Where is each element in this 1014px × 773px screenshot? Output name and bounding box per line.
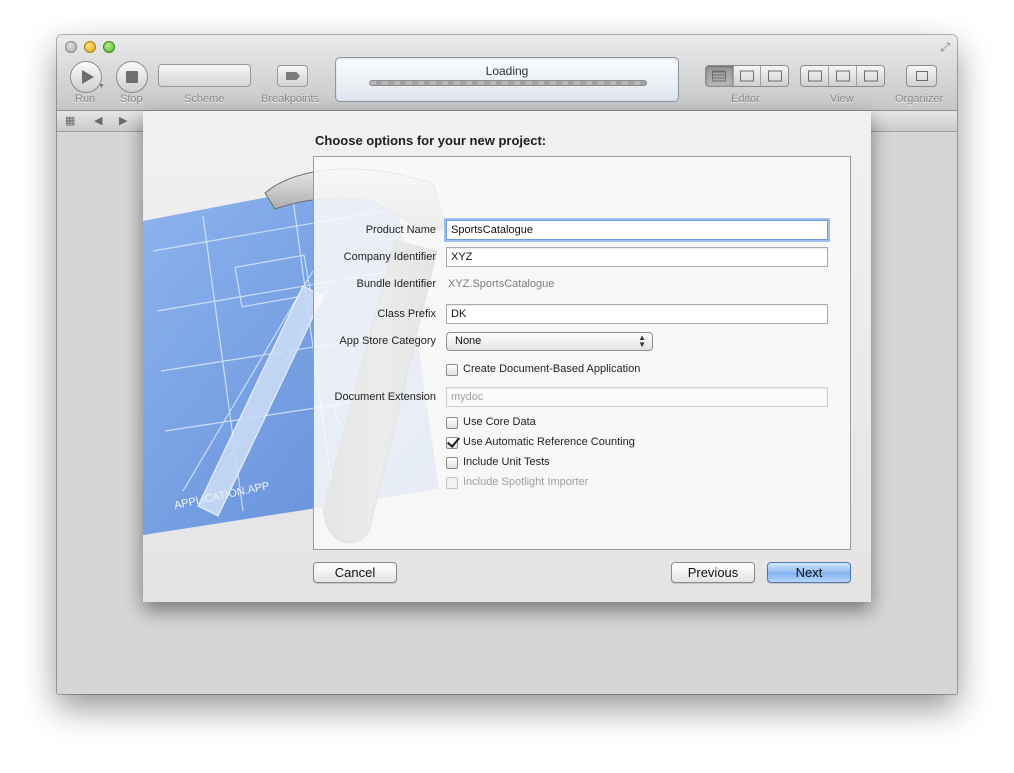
document-extension-label: Document Extension <box>334 391 437 403</box>
app-store-category-label: App Store Category <box>339 335 436 347</box>
navigator-toggle-button[interactable] <box>801 66 829 86</box>
forward-icon[interactable]: ▶ <box>119 114 127 127</box>
run-options-caret-icon[interactable]: ▼ <box>98 83 105 90</box>
app-store-category-popup[interactable]: None ▲ ▼ <box>446 332 653 351</box>
utilities-toggle-button[interactable] <box>857 66 884 86</box>
stop-button[interactable] <box>116 61 148 93</box>
next-button[interactable]: Next <box>767 562 851 583</box>
app-store-category-value: None <box>455 335 482 347</box>
stop-label: Stop <box>120 93 143 105</box>
activity-status-text: Loading <box>485 64 529 78</box>
back-icon[interactable]: ◀ <box>94 114 102 127</box>
document-based-label: Create Document-Based Application <box>463 363 641 375</box>
play-icon <box>82 70 94 84</box>
close-window-button[interactable] <box>65 41 77 53</box>
class-prefix-field[interactable]: DK <box>446 304 828 324</box>
activity-progress-bar <box>369 80 647 86</box>
activity-viewer: Loading <box>335 57 679 102</box>
standard-editor-button[interactable] <box>706 66 734 86</box>
editor-segmented-control <box>705 65 789 87</box>
product-name-label: Product Name <box>365 224 436 236</box>
breakpoint-icon <box>286 72 300 80</box>
arc-label: Use Automatic Reference Counting <box>463 436 635 448</box>
assistant-editor-button[interactable] <box>734 66 762 86</box>
document-based-checkbox[interactable] <box>446 364 458 376</box>
fullscreen-icon[interactable]: ⤢ <box>940 40 950 55</box>
toolbar: ⤢ ▼ Run Stop Scheme Breakpoints Loading … <box>57 35 957 111</box>
bundle-identifier-value: XYZ.SportsCatalogue <box>448 278 555 290</box>
sheet-title: Choose options for your new project: <box>315 133 547 148</box>
breakpoints-label: Breakpoints <box>261 93 320 105</box>
scheme-selector[interactable] <box>158 64 251 87</box>
new-project-options-sheet: APPLICATION.APP Choose options for your … <box>143 111 871 602</box>
cancel-button[interactable]: Cancel <box>313 562 397 583</box>
arc-checkbox[interactable] <box>446 437 458 449</box>
version-editor-button[interactable] <box>761 66 788 86</box>
organizer-button[interactable] <box>906 65 937 87</box>
stop-icon <box>126 71 138 83</box>
company-identifier-field[interactable]: XYZ <box>446 247 828 267</box>
unit-tests-label: Include Unit Tests <box>463 456 550 468</box>
core-data-label: Use Core Data <box>463 416 536 428</box>
minimize-window-button[interactable] <box>84 41 96 53</box>
view-label: View <box>830 93 854 105</box>
organizer-label: Organizer <box>895 93 944 105</box>
view-segmented-control <box>800 65 885 87</box>
scheme-label: Scheme <box>184 93 225 105</box>
class-prefix-label: Class Prefix <box>377 308 436 320</box>
assistant-editor-icon <box>740 70 754 82</box>
related-items-icon[interactable]: ▦ <box>65 114 75 127</box>
navigator-pane-icon <box>807 70 822 82</box>
unit-tests-checkbox[interactable] <box>446 457 458 469</box>
utilities-pane-icon <box>863 70 878 82</box>
debug-pane-icon <box>835 70 850 82</box>
core-data-checkbox[interactable] <box>446 417 458 429</box>
zoom-window-button[interactable] <box>103 41 115 53</box>
document-extension-field[interactable]: mydoc <box>446 387 828 407</box>
popup-arrows-icon: ▲ ▼ <box>638 333 646 349</box>
options-panel: Product Name SportsCatalogue Company Ide… <box>313 156 851 550</box>
bundle-identifier-label: Bundle Identifier <box>356 278 437 290</box>
spotlight-importer-label: Include Spotlight Importer <box>463 476 589 488</box>
organizer-icon <box>916 71 928 81</box>
product-name-field[interactable]: SportsCatalogue <box>446 220 828 240</box>
version-editor-icon <box>767 70 782 82</box>
company-identifier-label: Company Identifier <box>343 251 436 263</box>
standard-editor-icon <box>712 70 727 82</box>
debug-area-toggle-button[interactable] <box>829 66 857 86</box>
breakpoints-button[interactable] <box>277 65 308 87</box>
editor-label: Editor <box>731 93 760 105</box>
spotlight-importer-checkbox <box>446 477 458 489</box>
run-label: Run <box>75 93 96 105</box>
previous-button[interactable]: Previous <box>671 562 755 583</box>
